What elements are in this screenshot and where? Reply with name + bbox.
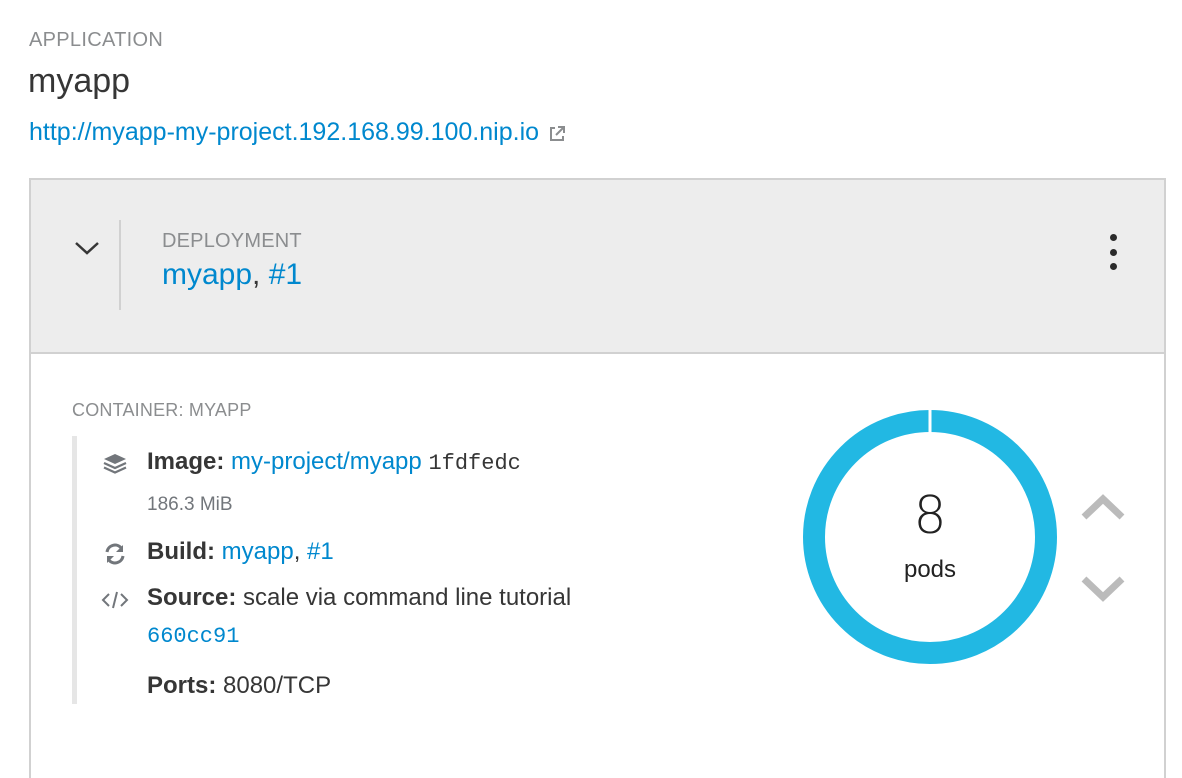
source-message: scale via command line tutorial <box>243 584 572 611</box>
deployment-title: myapp, #1 <box>162 258 302 292</box>
source-commit-link[interactable]: 660cc91 <box>147 624 239 649</box>
refresh-icon <box>101 540 129 568</box>
image-label: Image: <box>147 448 225 475</box>
build-revision-link[interactable]: #1 <box>307 538 334 565</box>
kebab-menu-button[interactable] <box>1103 234 1123 270</box>
image-hash: 1fdfedc <box>428 451 521 476</box>
scale-up-button[interactable] <box>1079 490 1127 526</box>
application-name: myapp <box>28 62 131 100</box>
build-name-link[interactable]: myapp <box>222 538 294 565</box>
build-separator: , <box>293 538 308 565</box>
source-label: Source: <box>147 584 237 611</box>
code-icon <box>101 586 129 614</box>
pod-donut: 8 pods <box>801 408 1059 666</box>
image-size: 186.3 MiB <box>147 494 233 515</box>
deployment-name-link[interactable]: myapp <box>162 258 252 291</box>
application-url-text: http://myapp-my-project.192.168.99.100.n… <box>29 118 540 146</box>
application-kicker: APPLICATION <box>29 29 164 51</box>
pod-count-label: pods <box>903 556 957 583</box>
chevron-down-icon <box>1081 576 1125 602</box>
container-details: Image: my-project/myapp 1fdfedc 186.3 Mi… <box>72 436 677 704</box>
deployment-panel: DEPLOYMENT myapp, #1 CONTAINER: MYAPP Im… <box>29 178 1166 778</box>
deployment-separator: , <box>252 258 269 291</box>
header-divider <box>119 220 121 310</box>
chevron-down-icon <box>75 242 99 255</box>
scale-down-button[interactable] <box>1079 570 1127 606</box>
chevron-up-icon <box>1081 494 1125 520</box>
application-url-link[interactable]: http://myapp-my-project.192.168.99.100.n… <box>29 118 567 147</box>
deployment-kicker: DEPLOYMENT <box>162 230 302 252</box>
image-layers-icon <box>101 450 129 478</box>
external-link-icon <box>550 125 566 141</box>
kebab-dot-icon <box>1109 234 1117 241</box>
kebab-dot-icon <box>1109 263 1117 270</box>
deployment-revision-link[interactable]: #1 <box>269 258 302 291</box>
ports-value: 8080/TCP <box>223 672 332 699</box>
container-kicker: CONTAINER: MYAPP <box>72 400 252 420</box>
collapse-toggle[interactable] <box>71 232 103 264</box>
ports-label: Ports: <box>147 672 217 699</box>
build-label: Build: <box>147 538 215 565</box>
kebab-dot-icon <box>1109 248 1117 256</box>
pod-count: 8 <box>913 486 947 546</box>
deployment-header: DEPLOYMENT myapp, #1 <box>31 180 1164 354</box>
image-name-link[interactable]: my-project/myapp <box>231 448 422 475</box>
